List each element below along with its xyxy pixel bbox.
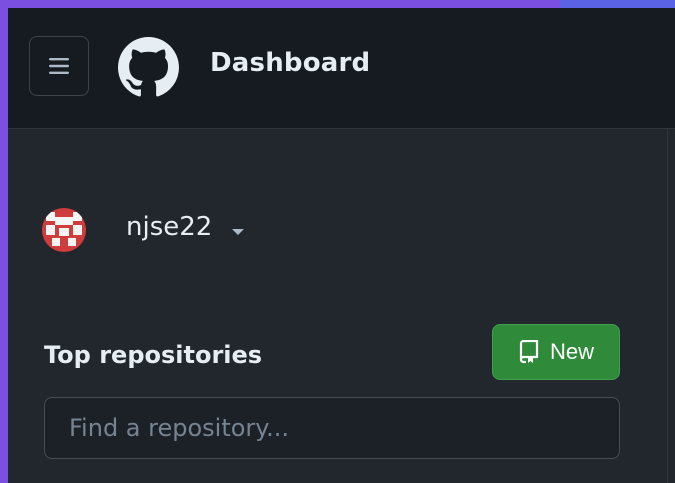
app-window: Dashboard njse22 Top repositories New Fi… bbox=[8, 8, 675, 483]
new-button-label: New bbox=[549, 339, 594, 364]
avatar[interactable] bbox=[42, 208, 86, 252]
top-header: Dashboard bbox=[8, 8, 675, 129]
new-repository-button[interactable]: New bbox=[492, 324, 620, 380]
window-frame-accent bbox=[560, 0, 675, 8]
page-title: Dashboard bbox=[210, 48, 371, 78]
top-repositories-heading: Top repositories bbox=[44, 341, 263, 369]
hamburger-icon bbox=[49, 58, 69, 74]
hamburger-menu-button[interactable] bbox=[29, 36, 89, 96]
account-switcher-username[interactable]: njse22 bbox=[126, 212, 212, 242]
identicon-avatar-icon bbox=[42, 208, 86, 252]
dashboard-sidebar: njse22 Top repositories New bbox=[8, 129, 668, 483]
chevron-down-icon[interactable] bbox=[232, 229, 244, 235]
repo-icon bbox=[519, 340, 539, 364]
find-repository-input[interactable] bbox=[44, 397, 620, 459]
github-logo-icon[interactable] bbox=[118, 37, 179, 98]
